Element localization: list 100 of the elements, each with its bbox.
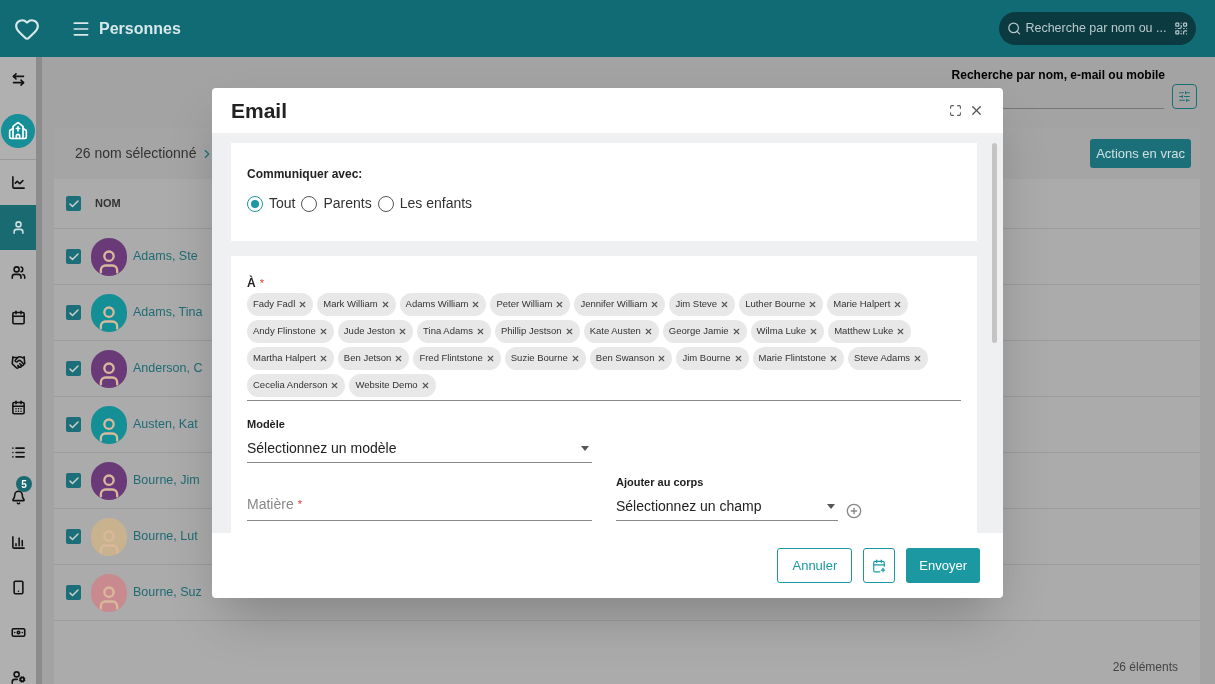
recipient-chip[interactable]: Tina Adams xyxy=(417,320,491,343)
recipient-chip[interactable]: Jennifer William xyxy=(574,293,666,316)
dropdown-caret-icon xyxy=(581,446,589,451)
recipient-chip[interactable]: Wilma Luke xyxy=(750,320,825,343)
schedule-button[interactable] xyxy=(863,548,896,583)
template-select[interactable]: Sélectionnez un modèle xyxy=(247,435,592,463)
recipient-chip[interactable]: Peter William xyxy=(490,293,571,316)
sidebar-item[interactable]: 5 xyxy=(0,475,36,520)
recipient-chip[interactable]: Ben Swanson xyxy=(589,347,673,370)
search-placeholder: Recherche par nom ou ... xyxy=(1025,20,1168,38)
recipient-chip[interactable]: Mark William xyxy=(317,293,396,316)
add-icon[interactable] xyxy=(846,503,862,519)
dialog-title: Email xyxy=(231,97,288,124)
person-icon xyxy=(10,220,26,235)
remove-icon[interactable] xyxy=(893,300,903,309)
fullscreen-icon[interactable] xyxy=(949,104,962,117)
checkbox[interactable] xyxy=(66,473,81,488)
remove-icon[interactable] xyxy=(731,327,741,336)
dropdown-caret-icon xyxy=(827,504,835,509)
remove-icon[interactable] xyxy=(564,327,574,336)
remove-icon[interactable] xyxy=(570,354,580,363)
recipient-chip[interactable]: Ben Jetson xyxy=(337,347,410,370)
recipient-chip[interactable]: Luther Bourne xyxy=(739,293,824,316)
recipient-chip[interactable]: Jim Bourne xyxy=(676,347,749,370)
remove-icon[interactable] xyxy=(896,327,906,336)
calendar-icon xyxy=(10,400,26,415)
remove-icon[interactable] xyxy=(471,300,481,309)
calendar-icon xyxy=(10,310,26,325)
recipient-chip[interactable]: Matthew Luke xyxy=(828,320,912,343)
bulk-actions-button[interactable]: Actions en vrac xyxy=(1090,139,1191,168)
insert-field-label: Ajouter au corps xyxy=(616,476,704,488)
remove-icon[interactable] xyxy=(808,300,818,309)
recipient-chip[interactable]: Andy Flinstone xyxy=(247,320,334,343)
bell-icon xyxy=(10,490,26,505)
recipients-field[interactable] xyxy=(247,293,961,401)
recipient-chip[interactable]: Jude Jeston xyxy=(337,320,414,343)
bar-chart-icon xyxy=(10,535,26,550)
recipient-chip[interactable]: Phillip Jestson xyxy=(494,320,580,343)
checkbox[interactable] xyxy=(66,361,81,376)
church-icon xyxy=(8,120,28,141)
recipient-chip[interactable]: Marie Halpert xyxy=(827,293,909,316)
banknote-icon xyxy=(10,625,26,640)
recipient-chip[interactable]: Kate Austen xyxy=(583,320,659,343)
close-icon[interactable] xyxy=(969,103,984,118)
recipient-chip[interactable]: Website Demo xyxy=(349,374,436,397)
remove-icon[interactable] xyxy=(720,300,730,309)
recipient-chip[interactable]: Fred Flintstone xyxy=(413,347,501,370)
recipient-chip[interactable]: Jim Steve xyxy=(669,293,736,316)
template-label: Modèle xyxy=(247,418,285,430)
remove-icon[interactable] xyxy=(643,327,653,336)
remove-icon[interactable] xyxy=(398,327,408,336)
group-icon xyxy=(10,265,26,280)
list-icon xyxy=(10,445,26,460)
recipient-chip[interactable]: Suzie Bourne xyxy=(504,347,586,370)
remove-icon[interactable] xyxy=(657,354,667,363)
recipient-chip[interactable]: Fady Fadl xyxy=(247,293,314,316)
remove-icon[interactable] xyxy=(298,300,308,309)
recipient-chip[interactable]: George Jamie xyxy=(662,320,747,343)
remove-icon[interactable] xyxy=(318,354,328,363)
handshake-icon xyxy=(10,355,26,370)
remove-icon[interactable] xyxy=(913,354,923,363)
remove-icon[interactable] xyxy=(420,381,430,390)
search-field[interactable]: Recherche par nom ou ... xyxy=(999,12,1196,45)
swap-icon xyxy=(10,72,26,87)
remove-icon[interactable] xyxy=(555,300,565,309)
qr-code-icon[interactable] xyxy=(1173,21,1188,36)
filter-label: Recherche par nom, e-mail ou mobile xyxy=(951,67,1165,84)
checkbox[interactable] xyxy=(66,249,81,264)
remove-icon[interactable] xyxy=(829,354,839,363)
remove-icon[interactable] xyxy=(733,354,743,363)
recipient-chip[interactable]: Marie Flintstone xyxy=(752,347,845,370)
recipient-chip[interactable]: Cecelia Anderson xyxy=(247,374,346,397)
chart-icon xyxy=(10,175,26,190)
remove-icon[interactable] xyxy=(380,300,390,309)
insert-field-select[interactable]: Sélectionnez un champ xyxy=(616,493,838,521)
checkbox[interactable] xyxy=(66,529,81,544)
checkbox[interactable] xyxy=(66,196,81,211)
calendar-plus-icon xyxy=(872,558,887,573)
cancel-button[interactable]: Annuler xyxy=(777,548,853,583)
radio-option[interactable]: Tout xyxy=(247,193,296,214)
item-count: 26 éléments xyxy=(1112,658,1178,676)
recipient-chip[interactable]: Steve Adams xyxy=(848,347,929,370)
recipient-chip[interactable]: Adams William xyxy=(399,293,487,316)
remove-icon[interactable] xyxy=(330,381,340,390)
remove-icon[interactable] xyxy=(394,354,404,363)
recipient-chip[interactable]: Martha Halpert xyxy=(247,347,334,370)
remove-icon[interactable] xyxy=(475,327,485,336)
remove-icon[interactable] xyxy=(318,327,328,336)
radio-option[interactable]: Les enfants xyxy=(377,193,473,214)
checkbox[interactable] xyxy=(66,305,81,320)
radio-option[interactable]: Parents xyxy=(301,193,372,214)
phone-icon xyxy=(10,580,26,595)
remove-icon[interactable] xyxy=(650,300,660,309)
remove-icon[interactable] xyxy=(809,327,819,336)
scrollbar[interactable] xyxy=(992,143,997,343)
subject-field[interactable]: Matière * xyxy=(247,489,592,521)
checkbox[interactable] xyxy=(66,585,81,600)
recipients-label: À xyxy=(247,274,256,292)
checkbox[interactable] xyxy=(66,417,81,432)
remove-icon[interactable] xyxy=(485,354,495,363)
